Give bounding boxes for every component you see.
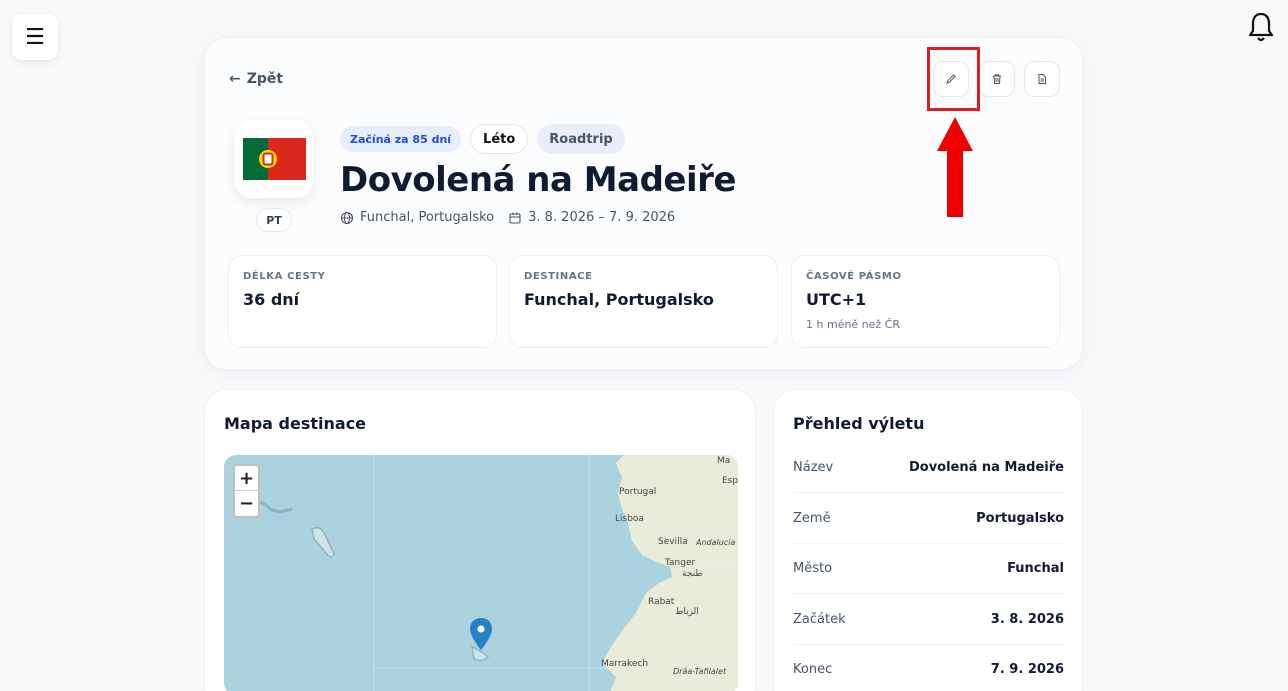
stat-timezone: ČASOVÉ PÁSMO UTC+1 1 h méně než ČR [791,255,1060,348]
bell-icon [1248,12,1274,42]
trip-header-card: ← Zpět PT Začíná za 85 dní Léto Roadtrip… [204,37,1083,370]
stat-value: Funchal, Portugalsko [524,290,714,309]
row-value: 3. 8. 2026 [990,612,1064,627]
map-label: Ma [717,456,731,466]
export-button[interactable] [1024,61,1060,97]
row-key: Název [793,460,834,475]
summary-row-city: Město Funchal [793,544,1064,594]
country-code-badge: PT [256,208,292,232]
map-label: Andalucía [696,538,736,547]
map-label: Tanger [665,558,696,568]
row-key: Začátek [793,612,846,627]
stat-value: 36 dní [243,290,300,309]
stat-label: DESTINACE [524,271,593,282]
notifications-button[interactable] [1243,8,1279,46]
portugal-flag-icon [242,138,306,180]
trip-summary-card: Přehled výletu Název Dovolená na Madeiře… [773,389,1083,691]
map-label: Esp [722,476,738,486]
trash-icon [993,74,1001,84]
document-icon [1038,74,1046,84]
row-value: Funchal [1007,561,1064,576]
row-key: Konec [793,662,833,677]
summary-row-start: Začátek 3. 8. 2026 [793,595,1064,645]
map-label: Portugal [619,487,657,497]
map-title: Mapa destinace [224,414,367,433]
location-pin-icon[interactable] [470,618,492,650]
row-key: Země [793,511,831,526]
hamburger-icon: ☰ [25,24,45,50]
map-label: طنجة [682,569,703,579]
summary-row-country: Země Portugalsko [793,494,1064,544]
stat-subtext: 1 h méně než ČR [806,318,901,331]
row-key: Město [793,561,833,576]
stat-destination: DESTINACE Funchal, Portugalsko [509,255,778,348]
map-label: Lisboa [615,514,644,524]
arrow-left-icon: ← [229,71,241,87]
map-label: Drâa-Tafilalet [673,667,727,676]
row-value: 7. 9. 2026 [990,662,1064,677]
trip-meta: Funchal, Portugalsko 3. 8. 2026 – 7. 9. … [340,210,675,225]
summary-row-name: Název Dovolená na Madeiře [793,443,1064,493]
red-arrow-annotation [937,117,973,217]
back-label: Zpět [246,71,284,87]
map-label: Marrakech [601,659,649,669]
trip-tags: Začíná za 85 dní Léto Roadtrip [340,124,625,154]
row-value: Dovolená na Madeiře [908,460,1064,475]
menu-button[interactable]: ☰ [12,14,58,60]
map-label: Rabat [648,597,675,607]
zoom-in-button[interactable]: + [235,466,258,491]
summary-title: Přehled výletu [793,414,925,433]
stat-label: ČASOVÉ PÁSMO [806,271,902,282]
calendar-icon [509,212,521,224]
zoom-controls: + − [233,464,260,518]
globe-icon [340,211,354,224]
back-link[interactable]: ← Zpět [229,71,283,87]
trip-title: Dovolená na Madeiře [340,160,736,200]
stat-value: UTC+1 [806,290,867,309]
type-tag: Roadtrip [537,124,625,154]
trip-dates: 3. 8. 2026 – 7. 9. 2026 [528,210,676,225]
map-card: Mapa destinace Ma Esp Portugal Lisboa Se… [204,389,756,691]
map-label: الرباط [675,607,699,617]
highlight-box [927,47,980,111]
summary-row-end: Konec 7. 9. 2026 [793,645,1064,691]
row-value: Portugalsko [976,511,1064,526]
stat-duration: DÉLKA CESTY 36 dní [228,255,497,348]
delete-button[interactable] [979,61,1015,97]
map-label: Sevilla [658,537,688,547]
season-tag: Léto [470,124,529,154]
map-tiles [251,455,738,691]
destination-map[interactable]: Ma Esp Portugal Lisboa Sevilla Andalucía… [224,455,738,691]
country-flag [235,120,313,198]
stat-label: DÉLKA CESTY [243,271,326,282]
countdown-badge: Začíná za 85 dní [340,126,462,152]
trip-location: Funchal, Portugalsko [360,210,495,225]
zoom-out-button[interactable]: − [235,491,258,516]
